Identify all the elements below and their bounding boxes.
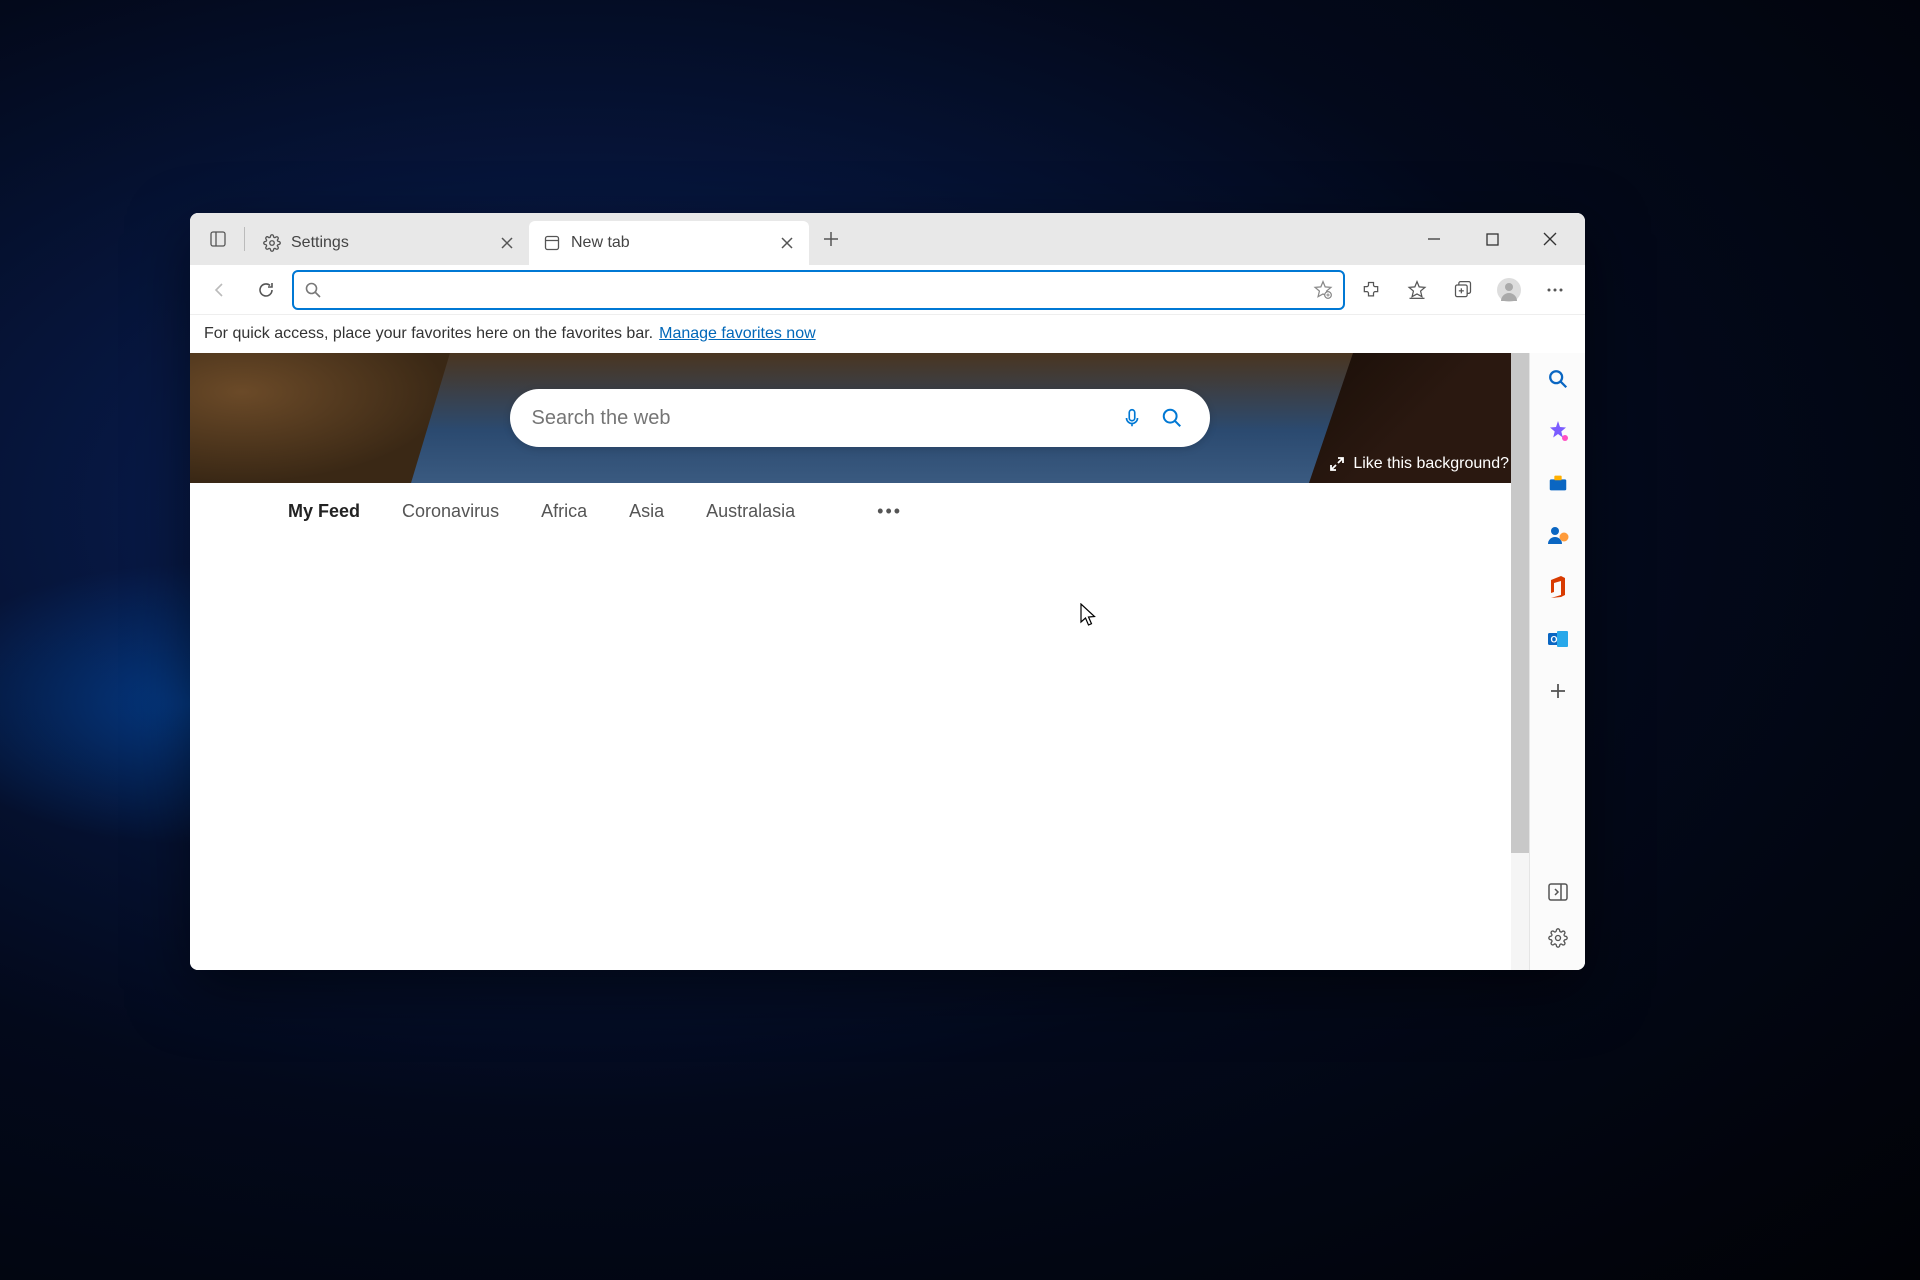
search-icon bbox=[304, 281, 322, 299]
gear-icon bbox=[263, 234, 281, 252]
favorites-bar: For quick access, place your favorites h… bbox=[190, 315, 1585, 353]
favorites-bar-message: For quick access, place your favorites h… bbox=[204, 325, 653, 343]
feed-tabs: My Feed Coronavirus Africa Asia Australa… bbox=[190, 483, 1529, 522]
edge-sidebar: O bbox=[1529, 353, 1585, 970]
sidebar-outlook-icon[interactable]: O bbox=[1544, 625, 1572, 653]
sidebar-add-button[interactable] bbox=[1544, 677, 1572, 705]
content-area: Like this background? My Feed Coronaviru… bbox=[190, 353, 1585, 970]
vertical-scrollbar[interactable] bbox=[1511, 353, 1529, 970]
feed-tab-coronavirus[interactable]: Coronavirus bbox=[402, 501, 499, 522]
web-search-input[interactable] bbox=[532, 407, 1108, 430]
sidebar-office-icon[interactable] bbox=[1544, 573, 1572, 601]
new-tab-button[interactable] bbox=[809, 217, 853, 261]
tab-new-tab[interactable]: New tab bbox=[529, 221, 809, 265]
expand-icon bbox=[1329, 456, 1345, 472]
scrollbar-thumb[interactable] bbox=[1511, 353, 1529, 853]
favorites-button[interactable] bbox=[1397, 270, 1437, 310]
manage-favorites-link[interactable]: Manage favorites now bbox=[659, 325, 816, 343]
collections-button[interactable] bbox=[1443, 270, 1483, 310]
window-controls bbox=[1405, 217, 1579, 261]
feed-tabs-more-button[interactable]: ••• bbox=[877, 501, 902, 522]
tab-title: Settings bbox=[291, 234, 485, 252]
sidebar-collapse-button[interactable] bbox=[1544, 878, 1572, 906]
sidebar-people-icon[interactable] bbox=[1544, 521, 1572, 549]
extensions-button[interactable] bbox=[1351, 270, 1391, 310]
tab-close-button[interactable] bbox=[495, 231, 519, 255]
web-search-box[interactable] bbox=[510, 389, 1210, 447]
sidebar-settings-icon[interactable] bbox=[1544, 924, 1572, 952]
divider bbox=[244, 227, 245, 251]
favorite-star-icon[interactable] bbox=[1313, 280, 1333, 300]
main-content: Like this background? My Feed Coronaviru… bbox=[190, 353, 1529, 970]
address-bar[interactable] bbox=[292, 270, 1345, 310]
tab-close-button[interactable] bbox=[775, 231, 799, 255]
profile-button[interactable] bbox=[1489, 270, 1529, 310]
sidebar-shopping-icon[interactable] bbox=[1544, 469, 1572, 497]
address-input[interactable] bbox=[332, 280, 1303, 300]
page-icon bbox=[543, 234, 561, 252]
feed-tab-africa[interactable]: Africa bbox=[541, 501, 587, 522]
sidebar-search-icon[interactable] bbox=[1544, 365, 1572, 393]
back-button[interactable] bbox=[200, 270, 240, 310]
microphone-icon[interactable] bbox=[1116, 402, 1148, 434]
sidebar-discover-icon[interactable] bbox=[1544, 417, 1572, 445]
minimize-button[interactable] bbox=[1405, 217, 1463, 261]
tab-actions-button[interactable] bbox=[196, 217, 240, 261]
menu-button[interactable] bbox=[1535, 270, 1575, 310]
toolbar bbox=[190, 265, 1585, 315]
like-background-label: Like this background? bbox=[1353, 455, 1509, 473]
feed-tab-australasia[interactable]: Australasia bbox=[706, 501, 795, 522]
refresh-button[interactable] bbox=[246, 270, 286, 310]
svg-text:O: O bbox=[1550, 635, 1557, 645]
like-background-link[interactable]: Like this background? bbox=[1329, 455, 1509, 473]
tab-title: New tab bbox=[571, 234, 765, 252]
cursor-icon bbox=[1080, 603, 1098, 627]
browser-window: Settings New tab bbox=[190, 213, 1585, 970]
feed-tab-asia[interactable]: Asia bbox=[629, 501, 664, 522]
maximize-button[interactable] bbox=[1463, 217, 1521, 261]
feed-tab-myfeed[interactable]: My Feed bbox=[288, 501, 360, 522]
hero-banner: Like this background? bbox=[190, 353, 1529, 483]
close-button[interactable] bbox=[1521, 217, 1579, 261]
search-icon[interactable] bbox=[1156, 402, 1188, 434]
titlebar: Settings New tab bbox=[190, 213, 1585, 265]
tab-settings[interactable]: Settings bbox=[249, 221, 529, 265]
